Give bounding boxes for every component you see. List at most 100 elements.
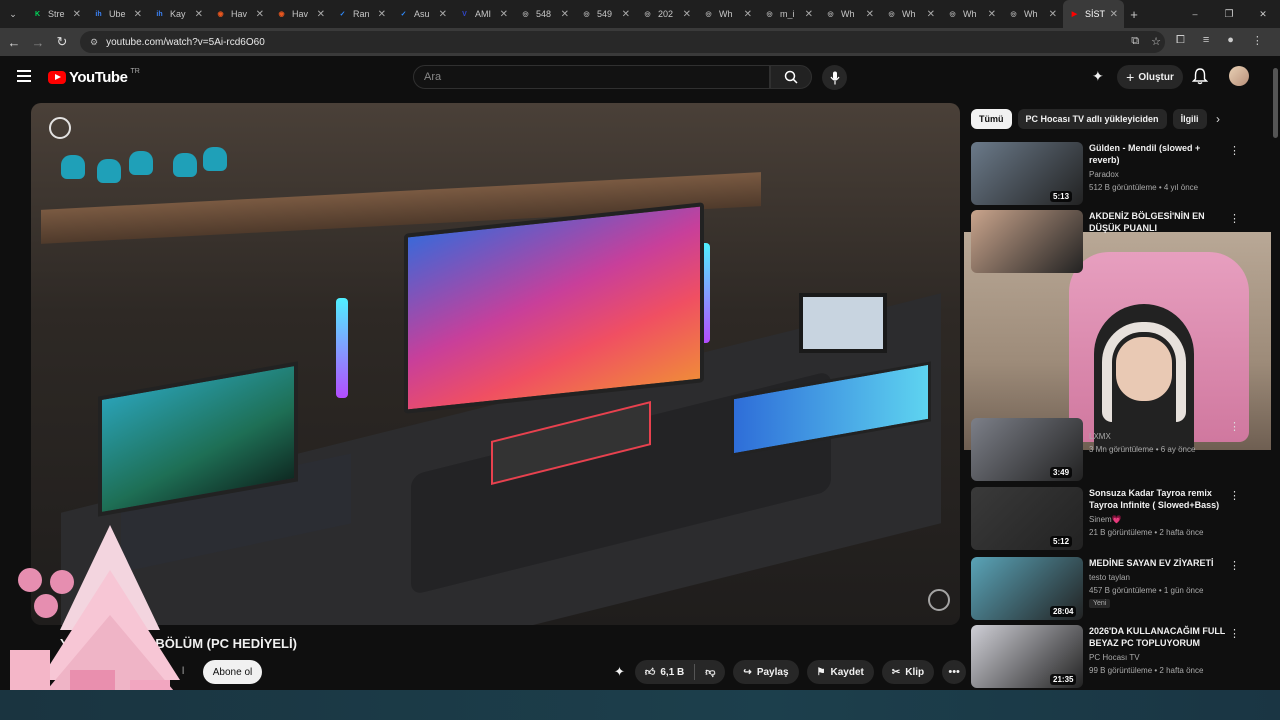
dislike-button[interactable]: 👎︎ [695, 660, 725, 684]
browser-tab[interactable]: ◎ 202 ✕ [636, 0, 697, 28]
tab-close-icon[interactable]: ✕ [378, 9, 386, 20]
gemini-sparkle-icon[interactable]: ✦ [1092, 68, 1104, 85]
more-options-icon[interactable]: ⋮ [1229, 627, 1240, 640]
channel-name[interactable]: LXMX [1089, 432, 1111, 441]
restore-icon[interactable]: ❐ [1212, 9, 1246, 20]
video-title[interactable]: 2026'DA KULLANACAĞIM FULL BEYAZ PC TOPLU… [1089, 625, 1229, 649]
save-button[interactable]: ⚑ Kaydet [806, 660, 874, 684]
browser-tab[interactable]: ◎ 548 ✕ [514, 0, 575, 28]
tab-close-icon[interactable]: ✕ [561, 9, 569, 20]
browser-tab[interactable]: ◎ Wh ✕ [880, 0, 941, 28]
search-input[interactable]: Ara [413, 65, 770, 89]
filter-chip[interactable]: Tümü [971, 109, 1012, 129]
video-title[interactable]: AKDENİZ BÖLGESİ'NİN EN DÜŞÜK PUANLI [1089, 210, 1229, 234]
video-title[interactable]: Sonsuza Kadar Tayroa remix Tayroa Infini… [1089, 487, 1229, 511]
video-title[interactable]: Gülden - Mendil (slowed + reverb) [1089, 142, 1229, 166]
browser-tab[interactable]: ◎ Wh ✕ [1002, 0, 1063, 28]
more-options-icon[interactable]: ⋮ [1229, 212, 1240, 225]
back-icon[interactable]: ← [2, 35, 26, 50]
tab-close-icon[interactable]: ✕ [1049, 9, 1057, 20]
more-options-icon[interactable]: ⋮ [1229, 559, 1240, 572]
clip-button[interactable]: ✂ Klip [881, 660, 935, 684]
extensions-icon[interactable]: ⧠ [1176, 34, 1185, 47]
bookmark-star-icon[interactable]: ☆ [1151, 35, 1161, 48]
tab-close-icon[interactable]: ✕ [439, 9, 447, 20]
recommendation-item[interactable]: AKDENİZ BÖLGESİ'NİN EN DÜŞÜK PUANLI ⋮ [971, 210, 1261, 274]
address-bar[interactable]: ⚙ youtube.com/watch?v=5Ai-rcd6O60 ⧉ ☆ [80, 31, 1165, 53]
filter-chip[interactable]: PC Hocası TV adlı yükleyiciden [1017, 109, 1167, 129]
browser-tab[interactable]: K Stre ✕ [26, 0, 87, 28]
tab-close-icon[interactable]: ✕ [988, 9, 996, 20]
new-tab-icon[interactable]: + [1124, 7, 1144, 22]
channel-name[interactable]: Paradox [1089, 170, 1119, 179]
tab-close-icon[interactable]: ✕ [195, 9, 203, 20]
channel-name[interactable]: Sinem💗 [1089, 515, 1122, 524]
tab-close-icon[interactable]: ✕ [805, 9, 813, 20]
tab-close-icon[interactable]: ✕ [73, 9, 81, 20]
browser-tab[interactable]: ◎ m_i ✕ [758, 0, 819, 28]
tab-title: m_i [780, 9, 795, 19]
recommendation-item[interactable]: 3:49 LXMX 3 Mn görüntüleme • 6 ay önce ⋮ [971, 418, 1261, 482]
browser-tab[interactable]: ih Ube ✕ [87, 0, 148, 28]
sparkle-icon[interactable]: ✦ [614, 664, 625, 680]
tab-close-icon[interactable]: ✕ [500, 9, 508, 20]
tab-close-icon[interactable]: ✕ [317, 9, 325, 20]
install-app-icon[interactable]: ⧉ [1131, 35, 1139, 48]
youtube-logo[interactable]: YouTube TR [48, 68, 140, 86]
video-title[interactable]: MEDİNE SAYAN EV ZİYARETİ [1089, 557, 1229, 569]
subscribe-button[interactable]: Abone ol [203, 660, 262, 684]
browser-tab[interactable]: ◎ Wh ✕ [819, 0, 880, 28]
recommendation-item[interactable]: 28:04 MEDİNE SAYAN EV ZİYARETİ testo tayla… [971, 557, 1261, 621]
notifications-bell-icon[interactable] [1192, 68, 1208, 85]
browser-tab[interactable]: ◎ 549 ✕ [575, 0, 636, 28]
browser-tab[interactable]: ◉ Hav ✕ [270, 0, 331, 28]
share-button[interactable]: ↪ Paylaş [733, 660, 799, 684]
sidebar-scrollbar[interactable] [1271, 56, 1280, 690]
more-options-icon[interactable]: ⋮ [1229, 420, 1240, 433]
browser-tab[interactable]: ◉ Hav ✕ [209, 0, 270, 28]
recommendation-item[interactable]: 5:13 Gülden - Mendil (slowed + reverb) Par… [971, 142, 1261, 206]
browser-tab[interactable]: ◎ Wh ✕ [697, 0, 758, 28]
channel-name[interactable]: PC Hocası TV [1089, 653, 1140, 662]
more-options-icon[interactable]: ⋮ [1229, 144, 1240, 157]
channel-name[interactable]: testo taylan [1089, 573, 1130, 582]
chevron-right-icon[interactable]: › [1216, 112, 1220, 126]
browser-tab[interactable]: V AMI ✕ [453, 0, 514, 28]
browser-tab[interactable]: ✓ Asu ✕ [392, 0, 453, 28]
recommendation-item[interactable]: 21:35 2026'DA KULLANACAĞIM FULL BEYAZ PC … [971, 625, 1261, 689]
browser-menu-icon[interactable]: ⋮ [1252, 34, 1263, 47]
tab-close-icon[interactable]: ✕ [683, 9, 691, 20]
voice-search-button[interactable] [822, 65, 847, 90]
channel-branding-icon[interactable] [928, 589, 950, 611]
account-avatar[interactable] [1229, 66, 1249, 86]
browser-tab[interactable]: ✓ Ran ✕ [331, 0, 392, 28]
media-controls-icon[interactable]: ≡ [1203, 34, 1209, 47]
like-button[interactable]: 👍︎ 6,1 B [635, 660, 694, 684]
recommendation-item[interactable]: 5:12 Sonsuza Kadar Tayroa remix Tayroa In… [971, 487, 1261, 551]
browser-tab[interactable]: ih Kay ✕ [148, 0, 209, 28]
forward-icon[interactable]: → [26, 35, 50, 50]
tab-close-icon[interactable]: ✕ [744, 9, 752, 20]
reload-icon[interactable]: ↻ [50, 34, 74, 50]
tab-close-icon[interactable]: ✕ [256, 9, 264, 20]
browser-tab[interactable]: ◎ Wh ✕ [941, 0, 1002, 28]
tab-close-icon[interactable]: ✕ [622, 9, 630, 20]
tab-list-chevron-icon[interactable]: ⌄ [0, 9, 26, 20]
tab-close-icon[interactable]: ✕ [134, 9, 142, 20]
tab-close-icon[interactable]: ✕ [866, 9, 874, 20]
create-button[interactable]: + Oluştur [1117, 65, 1183, 89]
search-button[interactable] [770, 65, 812, 89]
video-thumbnail[interactable] [971, 210, 1083, 273]
scrollbar-thumb[interactable] [1273, 68, 1278, 138]
hamburger-menu-icon[interactable] [17, 70, 31, 82]
more-options-icon[interactable]: ⋮ [1229, 489, 1240, 502]
close-window-icon[interactable]: ✕ [1246, 9, 1280, 20]
filter-chip[interactable]: İlgili [1172, 109, 1207, 129]
browser-tab[interactable]: ▶ SİST ✕ [1063, 0, 1124, 28]
site-info-icon[interactable]: ⚙ [90, 37, 98, 48]
minimize-icon[interactable]: – [1178, 9, 1212, 19]
more-actions-button[interactable]: ••• [942, 660, 967, 684]
tab-close-icon[interactable]: ✕ [927, 9, 935, 20]
tab-close-icon[interactable]: ✕ [1110, 9, 1118, 20]
profile-icon[interactable]: ● [1227, 34, 1234, 47]
